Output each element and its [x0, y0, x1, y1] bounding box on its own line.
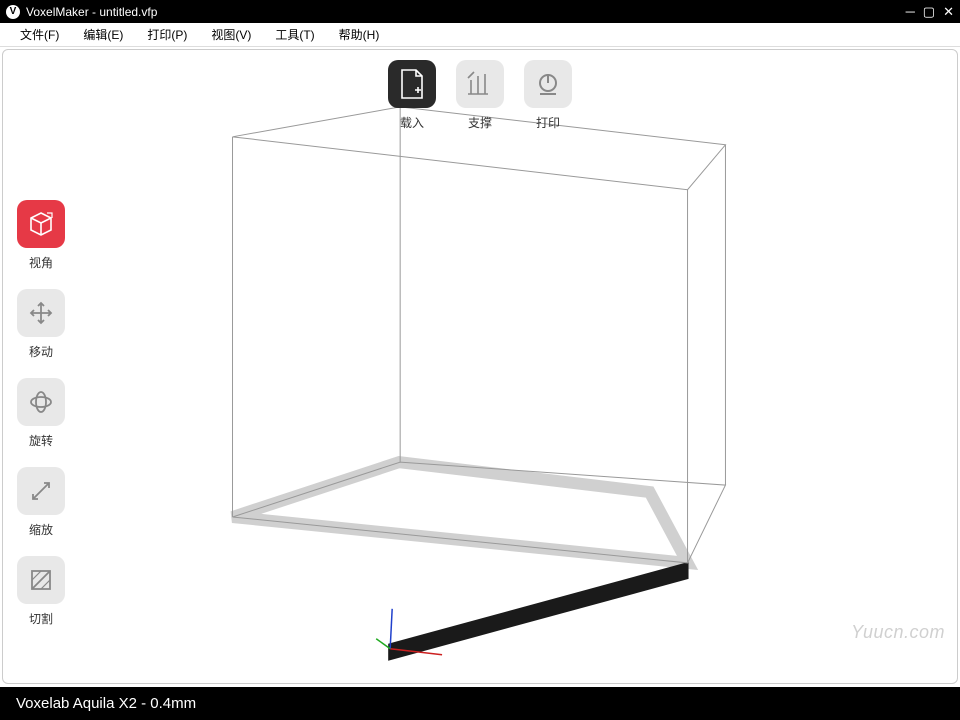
- menu-print[interactable]: 打印(P): [135, 26, 199, 43]
- view-button[interactable]: [17, 200, 65, 248]
- file-add-icon: [399, 69, 425, 99]
- move-tool: 移动: [17, 289, 65, 360]
- cut-icon: [27, 566, 55, 594]
- scale-tool: 缩放: [17, 467, 65, 538]
- viewport-3d[interactable]: [3, 50, 957, 684]
- top-toolbar: 载入 支撑 打印: [388, 60, 572, 131]
- scale-icon: [27, 477, 55, 505]
- load-tool: 载入: [388, 60, 436, 131]
- load-button[interactable]: [388, 60, 436, 108]
- support-button[interactable]: [456, 60, 504, 108]
- support-icon: [466, 70, 494, 98]
- print-label: 打印: [536, 114, 560, 131]
- menu-view[interactable]: 视图(V): [199, 26, 263, 43]
- power-icon: [535, 71, 561, 97]
- window-title: VoxelMaker - untitled.vfp: [26, 5, 906, 19]
- rotate-tool: 旋转: [17, 378, 65, 449]
- cut-tool: 切割: [17, 556, 65, 627]
- cut-label: 切割: [29, 610, 53, 627]
- rotate-icon: [27, 388, 55, 416]
- window-controls: ─ ▢ ✕: [906, 4, 954, 20]
- cut-button[interactable]: [17, 556, 65, 604]
- move-button[interactable]: [17, 289, 65, 337]
- print-tool: 打印: [524, 60, 572, 131]
- minimize-button[interactable]: ─: [906, 4, 915, 20]
- support-label: 支撑: [468, 114, 492, 131]
- print-button[interactable]: [524, 60, 572, 108]
- rotate-label: 旋转: [29, 432, 53, 449]
- cube-view-icon: [27, 210, 55, 238]
- menu-bar: 文件(F) 编辑(E) 打印(P) 视图(V) 工具(T) 帮助(H): [0, 23, 960, 47]
- support-tool: 支撑: [456, 60, 504, 131]
- scale-label: 缩放: [29, 521, 53, 538]
- menu-file[interactable]: 文件(F): [8, 26, 71, 43]
- status-bar: Voxelab Aquila X2 - 0.4mm: [0, 687, 960, 720]
- main-viewport-container: 载入 支撑 打印: [2, 49, 958, 684]
- move-icon: [27, 299, 55, 327]
- menu-help[interactable]: 帮助(H): [327, 26, 392, 43]
- load-label: 载入: [400, 114, 424, 131]
- menu-edit[interactable]: 编辑(E): [71, 26, 135, 43]
- scale-button[interactable]: [17, 467, 65, 515]
- app-logo-icon: V: [6, 5, 20, 19]
- move-label: 移动: [29, 343, 53, 360]
- menu-tools[interactable]: 工具(T): [263, 26, 326, 43]
- maximize-button[interactable]: ▢: [923, 4, 935, 20]
- side-toolbar: 视角 移动 旋转: [17, 200, 65, 627]
- rotate-button[interactable]: [17, 378, 65, 426]
- printer-info: Voxelab Aquila X2 - 0.4mm: [16, 695, 196, 712]
- view-label: 视角: [29, 254, 53, 271]
- close-button[interactable]: ✕: [943, 4, 954, 20]
- watermark: Yuucn.com: [851, 622, 945, 643]
- view-tool: 视角: [17, 200, 65, 271]
- title-bar: V VoxelMaker - untitled.vfp ─ ▢ ✕: [0, 0, 960, 23]
